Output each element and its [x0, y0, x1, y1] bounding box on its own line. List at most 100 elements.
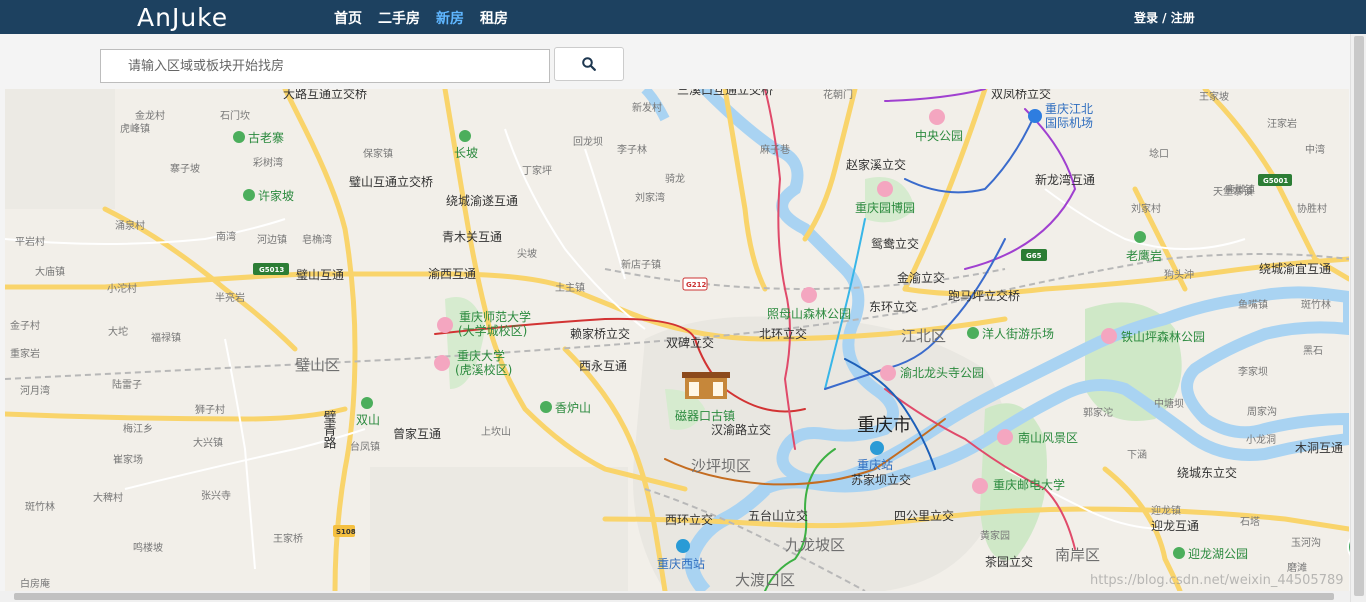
top-navigation-bar: AnJuke 首页 二手房 新房 租房 登录 / 注册 [0, 0, 1366, 34]
town-label: 李子林 [617, 143, 647, 156]
town-label: 埝口 [1149, 147, 1169, 160]
town-label: 金子村 [10, 319, 40, 332]
town-label: 涌泉村 [115, 219, 145, 232]
town-label: 南湾 [216, 230, 236, 243]
town-label: 大庙镇 [35, 265, 65, 278]
town-label: 狗头沖 [1164, 268, 1194, 281]
horizontal-scroll-thumb[interactable] [14, 593, 1334, 600]
poi-airport[interactable]: 重庆江北 [1045, 102, 1093, 116]
label-qingmuguan: 青木关互通 [442, 230, 502, 244]
poi-cq-station[interactable]: 重庆站 [857, 458, 893, 472]
town-label: 福禄镇 [151, 331, 181, 344]
poi-shuangshan[interactable]: 双山 [356, 413, 380, 427]
poi-yuanbo[interactable]: 重庆园博园 [855, 200, 915, 215]
town-label: 斑竹林 [1301, 298, 1331, 311]
nav-second-hand[interactable]: 二手房 [378, 8, 420, 28]
ciqikou-gate-icon [682, 372, 730, 399]
town-label: 石门坎 [220, 109, 250, 122]
poi-youdian[interactable]: 重庆邮电大学 [993, 477, 1065, 492]
district-dadukou: 大渡口区 [735, 571, 795, 589]
nav-new-homes[interactable]: 新房 [436, 8, 464, 28]
town-label: 迎龙镇 [1151, 504, 1181, 517]
nav-home[interactable]: 首页 [334, 8, 362, 28]
poi-changpo[interactable]: 长坡 [454, 146, 478, 160]
poi-laoyingyan[interactable]: 老鹰岩 [1126, 248, 1162, 263]
label-chayuan: 茶园立交 [985, 554, 1033, 569]
nav-rental[interactable]: 租房 [480, 8, 508, 28]
poi-xujiapo[interactable]: 许家坡 [258, 188, 294, 203]
shield-g65: G65 [1026, 252, 1042, 260]
vertical-scroll-thumb[interactable] [1354, 36, 1364, 596]
town-label: 皂桷湾 [302, 233, 332, 246]
label-yinglong: 迎龙互通 [1151, 519, 1199, 533]
label-xihuan: 西环立交 [665, 512, 713, 527]
poi-yubeilongtou[interactable]: 渝北龙头寺公园 [900, 365, 984, 380]
town-label: 天堡寨镇 [1213, 185, 1253, 198]
label-hanyulu: 汉渝路立交 [711, 422, 771, 437]
town-label: 崔家场 [113, 453, 143, 466]
map-canvas[interactable]: G5013 G212 S108 G65 G5001 璧山区 沙坪坝区 九龙坡区 … [5, 89, 1349, 591]
poi-airport-sub: 国际机场 [1045, 116, 1093, 130]
town-label: 郭家沱 [1083, 406, 1113, 419]
town-label: 李家坝 [1238, 365, 1268, 378]
poi-xiangluoshan[interactable]: 香炉山 [555, 401, 591, 415]
search-bar [0, 34, 1366, 90]
vertical-scrollbar[interactable] [1350, 34, 1366, 602]
anjuke-logo[interactable]: AnJuke [137, 3, 228, 32]
poi-ciqikou[interactable]: 磁器口古镇 [675, 408, 735, 423]
poi-zhaomushan[interactable]: 照母山森林公园 [767, 306, 851, 321]
town-label: 王家坡 [1199, 90, 1229, 103]
town-label: 半亮岩 [215, 291, 245, 304]
poi-cq-west[interactable]: 重庆西站 [657, 557, 705, 571]
poi-nanshan[interactable]: 南山风景区 [1018, 430, 1078, 445]
search-input[interactable] [100, 49, 550, 83]
login-register-link[interactable]: 登录 / 注册 [1134, 9, 1195, 26]
poi-chongda[interactable]: 重庆大学 [457, 348, 505, 363]
poi-zhongyang-park[interactable]: 中央公园 [915, 128, 963, 143]
town-label: 下涵 [1127, 449, 1147, 461]
shield-g212: G212 [686, 281, 706, 289]
town-label: 骑龙 [665, 172, 685, 185]
poi-guolaozhai[interactable]: 古老寨 [248, 130, 284, 145]
town-label: 刘家村 [1131, 202, 1161, 215]
poi-shida-sub: (大学城校区) [458, 323, 527, 338]
town-label: 玉河沟 [1291, 536, 1321, 549]
town-label: 中塘坝 [1154, 397, 1184, 410]
town-label: 台凤镇 [350, 440, 380, 453]
search-button[interactable] [554, 47, 624, 81]
label-mudong: 木洞互通 [1295, 441, 1343, 455]
town-label: 大兴镇 [193, 436, 223, 449]
town-label: 狮子村 [195, 403, 225, 416]
label-shuangbei: 双碑立交 [666, 335, 714, 350]
map-svg[interactable]: G5013 G212 S108 G65 G5001 璧山区 沙坪坝区 九龙坡区 … [5, 89, 1349, 591]
town-label: 协胜村 [1297, 202, 1327, 215]
town-label: 土主镇 [555, 281, 585, 294]
town-label: 张兴寺 [201, 490, 231, 502]
label-yuandong: 绕城东立交 [1177, 465, 1237, 480]
label-yuanyu: 绕城渝宜互通 [1259, 261, 1331, 276]
town-label: 保家镇 [363, 147, 393, 160]
town-label: 中湾 [1305, 143, 1325, 156]
search-icon [582, 57, 596, 71]
town-label: 麻子巷 [760, 143, 790, 156]
town-label: 金龙村 [135, 109, 165, 122]
town-label: 虎峰镇 [120, 122, 150, 135]
town-label: 尖坡 [517, 247, 537, 260]
shield-s108: S108 [336, 528, 356, 536]
town-label: 陆雷子 [112, 378, 142, 391]
town-label: 重家岩 [10, 347, 40, 360]
main-nav: 首页 二手房 新房 租房 [334, 8, 524, 28]
district-jiangbei: 江北区 [901, 327, 946, 345]
label-beihuan: 北环立交 [759, 326, 807, 341]
poi-yangren[interactable]: 洋人街游乐场 [982, 326, 1054, 341]
town-label: 小龙洞 [1246, 433, 1276, 446]
horizontal-scrollbar[interactable] [0, 591, 1350, 602]
town-label: 新发村 [632, 101, 662, 114]
station-icon [870, 441, 884, 455]
poi-shida[interactable]: 重庆师范大学 [459, 309, 531, 324]
poi-tieshanping[interactable]: 铁山坪森林公园 [1121, 329, 1205, 344]
town-label: 黑石 [1303, 345, 1323, 357]
poi-yinglonghu[interactable]: 迎龙湖公园 [1188, 546, 1248, 561]
label-xiyong: 西永互通 [579, 359, 627, 373]
label-bishanlu: 璧青路 [321, 409, 337, 449]
